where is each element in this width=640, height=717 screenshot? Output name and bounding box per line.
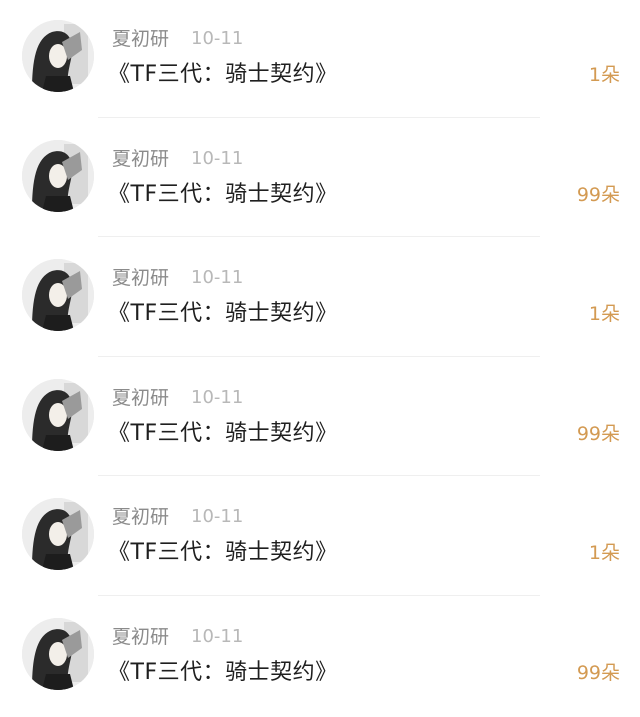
timestamp: 10-11 bbox=[191, 386, 244, 408]
avatar-image bbox=[22, 378, 94, 451]
list-item[interactable]: 夏初研 10-11 《TF三代：骑士契约》 1朵 bbox=[0, 239, 640, 359]
user-avatar[interactable] bbox=[22, 378, 94, 451]
timestamp: 10-11 bbox=[191, 267, 244, 288]
gift-title: 《TF三代：骑士契约》 bbox=[108, 62, 338, 87]
gift-title: 《TF三代：骑士契约》 bbox=[108, 659, 338, 685]
username[interactable]: 夏初研 bbox=[112, 28, 169, 50]
divider bbox=[98, 116, 540, 118]
gift-title: 《TF三代：骑士契约》 bbox=[108, 420, 338, 446]
divider bbox=[98, 475, 540, 476]
avatar-image bbox=[22, 259, 94, 331]
divider bbox=[98, 236, 540, 237]
flower-count: 1朵 bbox=[588, 303, 620, 325]
avatar-image bbox=[22, 20, 94, 92]
timestamp: 10-11 bbox=[191, 625, 244, 647]
timestamp: 10-11 bbox=[191, 28, 244, 49]
divider bbox=[98, 594, 540, 596]
gift-title: 《TF三代：骑士契约》 bbox=[108, 181, 338, 207]
username[interactable]: 夏初研 bbox=[112, 387, 169, 409]
gift-title: 《TF三代：骑士契约》 bbox=[108, 301, 338, 326]
username[interactable]: 夏初研 bbox=[112, 148, 169, 170]
gift-title: 《TF三代：骑士契约》 bbox=[108, 540, 338, 565]
flower-count: 1朵 bbox=[588, 542, 620, 564]
flower-count: 99朵 bbox=[576, 183, 620, 206]
username[interactable]: 夏初研 bbox=[112, 267, 169, 289]
user-avatar[interactable] bbox=[22, 498, 94, 570]
timestamp: 10-11 bbox=[191, 506, 244, 527]
avatar-image bbox=[22, 617, 94, 690]
divider bbox=[98, 355, 540, 357]
flower-count: 99朵 bbox=[576, 661, 620, 684]
user-avatar[interactable] bbox=[22, 617, 94, 690]
username[interactable]: 夏初研 bbox=[112, 506, 169, 528]
list-item[interactable]: 夏初研 10-11 《TF三代：骑士契约》 1朵 bbox=[0, 478, 640, 598]
username[interactable]: 夏初研 bbox=[112, 626, 169, 648]
avatar-image bbox=[22, 139, 94, 212]
flower-count: 99朵 bbox=[576, 422, 620, 445]
user-avatar[interactable] bbox=[22, 259, 94, 331]
user-avatar[interactable] bbox=[22, 139, 94, 212]
gift-record-list: 夏初研 10-11 《TF三代：骑士契约》 1朵 夏初研 10-11 《TF三代… bbox=[0, 0, 640, 717]
list-item[interactable]: 夏初研 10-11 《TF三代：骑士契约》 99朵 bbox=[0, 120, 640, 240]
list-item[interactable]: 夏初研 10-11 《TF三代：骑士契约》 99朵 bbox=[0, 598, 640, 717]
flower-count: 1朵 bbox=[588, 64, 620, 86]
list-item[interactable]: 夏初研 10-11 《TF三代：骑士契约》 1朵 bbox=[0, 0, 640, 120]
timestamp: 10-11 bbox=[191, 147, 244, 169]
avatar-image bbox=[22, 498, 94, 570]
user-avatar[interactable] bbox=[22, 20, 94, 92]
list-item[interactable]: 夏初研 10-11 《TF三代：骑士契约》 99朵 bbox=[0, 359, 640, 479]
